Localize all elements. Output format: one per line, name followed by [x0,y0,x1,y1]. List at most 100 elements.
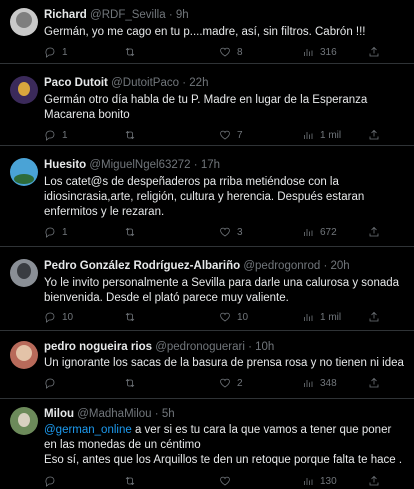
retweet-icon [125,47,135,57]
views-icon [304,478,313,485]
views-button[interactable]: 1 mil [302,129,341,141]
tweet[interactable]: Richard @RDF_Sevilla · 9h Germán, yo me … [0,0,414,64]
tweet[interactable]: Pedro González Rodríguez-Albariño @pedro… [0,247,414,331]
like-count: 7 [237,129,243,141]
tweet-actions: 1 3 672 [44,226,384,240]
like-button[interactable] [219,475,237,487]
retweet-button[interactable] [124,377,142,389]
mention-link[interactable]: @german_online [44,424,132,436]
avatar[interactable] [10,341,38,369]
tweet-text-line2: Eso sí, antes que los Arquillos te den u… [44,454,403,466]
reply-count: 1 [62,226,68,238]
timestamp[interactable]: 20h [331,260,350,272]
author-handle[interactable]: @RDF_Sevilla [90,9,166,21]
share-icon [369,129,379,140]
author-name[interactable]: pedro nogueira rios [44,341,152,353]
avatar[interactable] [10,76,38,104]
tweet[interactable]: Huesito @MiguelNgel63272 · 17h Los catet… [0,146,414,247]
reply-button[interactable]: 1 [44,46,68,58]
reply-button[interactable]: 1 [44,226,68,238]
tweet-text: Germán otro día habla de tu P. Madre en … [44,94,368,121]
like-button[interactable]: 8 [219,46,243,58]
retweet-button[interactable] [124,226,142,238]
reply-icon [45,476,55,487]
retweet-button[interactable] [124,46,142,58]
like-button[interactable]: 7 [219,129,243,141]
like-button[interactable]: 3 [219,226,243,238]
share-button[interactable] [368,46,380,58]
author-name[interactable]: Paco Dutoit [44,77,108,89]
author-handle[interactable]: @DutoitPaco [111,77,179,89]
like-button[interactable]: 2 [219,377,243,389]
reply-button[interactable] [44,377,62,389]
views-button[interactable]: 348 [302,377,337,389]
views-count: 1 mil [320,129,342,141]
views-count: 1 mil [320,311,342,323]
reply-button[interactable] [44,475,62,487]
views-button[interactable]: 672 [302,226,337,238]
tweet-text: Los catet@s de despeñaderos pa rriba met… [44,176,365,218]
separator: · [193,159,198,171]
author-handle[interactable]: @MadhaMilou [77,408,151,420]
tweet-text: @german_online a ver si es tu cara la qu… [44,423,406,468]
heart-icon [220,378,230,388]
heart-icon [220,476,230,486]
share-icon [369,475,379,486]
timestamp[interactable]: 9h [176,9,189,21]
views-icon [304,49,313,56]
share-button[interactable] [368,377,380,389]
reply-button[interactable]: 10 [44,311,73,323]
reply-button[interactable]: 1 [44,129,68,141]
tweet[interactable]: Paco Dutoit @DutoitPaco · 22h Germán otr… [0,64,414,146]
reply-count: 1 [62,129,68,141]
share-button[interactable] [368,129,380,141]
share-button[interactable] [368,475,380,487]
views-button[interactable]: 130 [302,475,337,487]
separator: · [168,9,173,21]
reply-icon [45,312,55,323]
author-name[interactable]: Richard [44,9,87,21]
tweet-actions: 1 7 1 mil [44,129,384,143]
views-icon [304,229,313,236]
views-icon [304,132,313,139]
separator: · [248,341,252,353]
retweet-button[interactable] [124,129,142,141]
reply-icon [45,227,55,238]
author-handle[interactable]: @pedronoguerari [155,341,245,353]
timestamp[interactable]: 17h [201,159,220,171]
views-icon [304,314,313,321]
author-name[interactable]: Huesito [44,159,86,171]
tweet-actions: 130 [44,475,384,489]
heart-icon [220,312,230,322]
views-button[interactable]: 1 mil [302,311,341,323]
views-icon [304,380,313,387]
like-button[interactable]: 10 [219,311,248,323]
tweet-text: Yo le invito personalmente a Sevilla par… [44,277,400,304]
like-count: 2 [237,377,243,389]
author-handle[interactable]: @MiguelNgel63272 [89,159,190,171]
avatar[interactable] [10,8,38,36]
author-handle[interactable]: @pedrogonrod [243,260,320,272]
author-name[interactable]: Pedro González Rodríguez-Albariño [44,260,240,272]
tweet-actions: 1 8 316 [44,46,384,60]
tweet[interactable]: Milou @MadhaMilou · 5h @german_online a … [0,399,414,487]
tweet[interactable]: pedro nogueira rios @pedronoguerari · 10… [0,331,414,399]
reply-icon [45,130,55,141]
retweet-icon [125,130,135,140]
views-button[interactable]: 316 [302,46,337,58]
retweet-button[interactable] [124,475,142,487]
tweet-header: Richard @RDF_Sevilla · 9h [44,8,406,22]
timestamp[interactable]: 10h [255,341,274,353]
avatar[interactable] [10,407,38,435]
share-button[interactable] [368,311,380,323]
reply-icon [45,47,55,58]
like-count: 8 [237,46,243,58]
replies-feed: Richard @RDF_Sevilla · 9h Germán, yo me … [0,0,414,487]
timestamp[interactable]: 22h [189,77,208,89]
avatar[interactable] [10,158,38,186]
timestamp[interactable]: 5h [162,408,175,420]
avatar[interactable] [10,259,38,287]
retweet-button[interactable] [124,311,142,323]
share-button[interactable] [368,226,380,238]
author-name[interactable]: Milou [44,408,74,420]
